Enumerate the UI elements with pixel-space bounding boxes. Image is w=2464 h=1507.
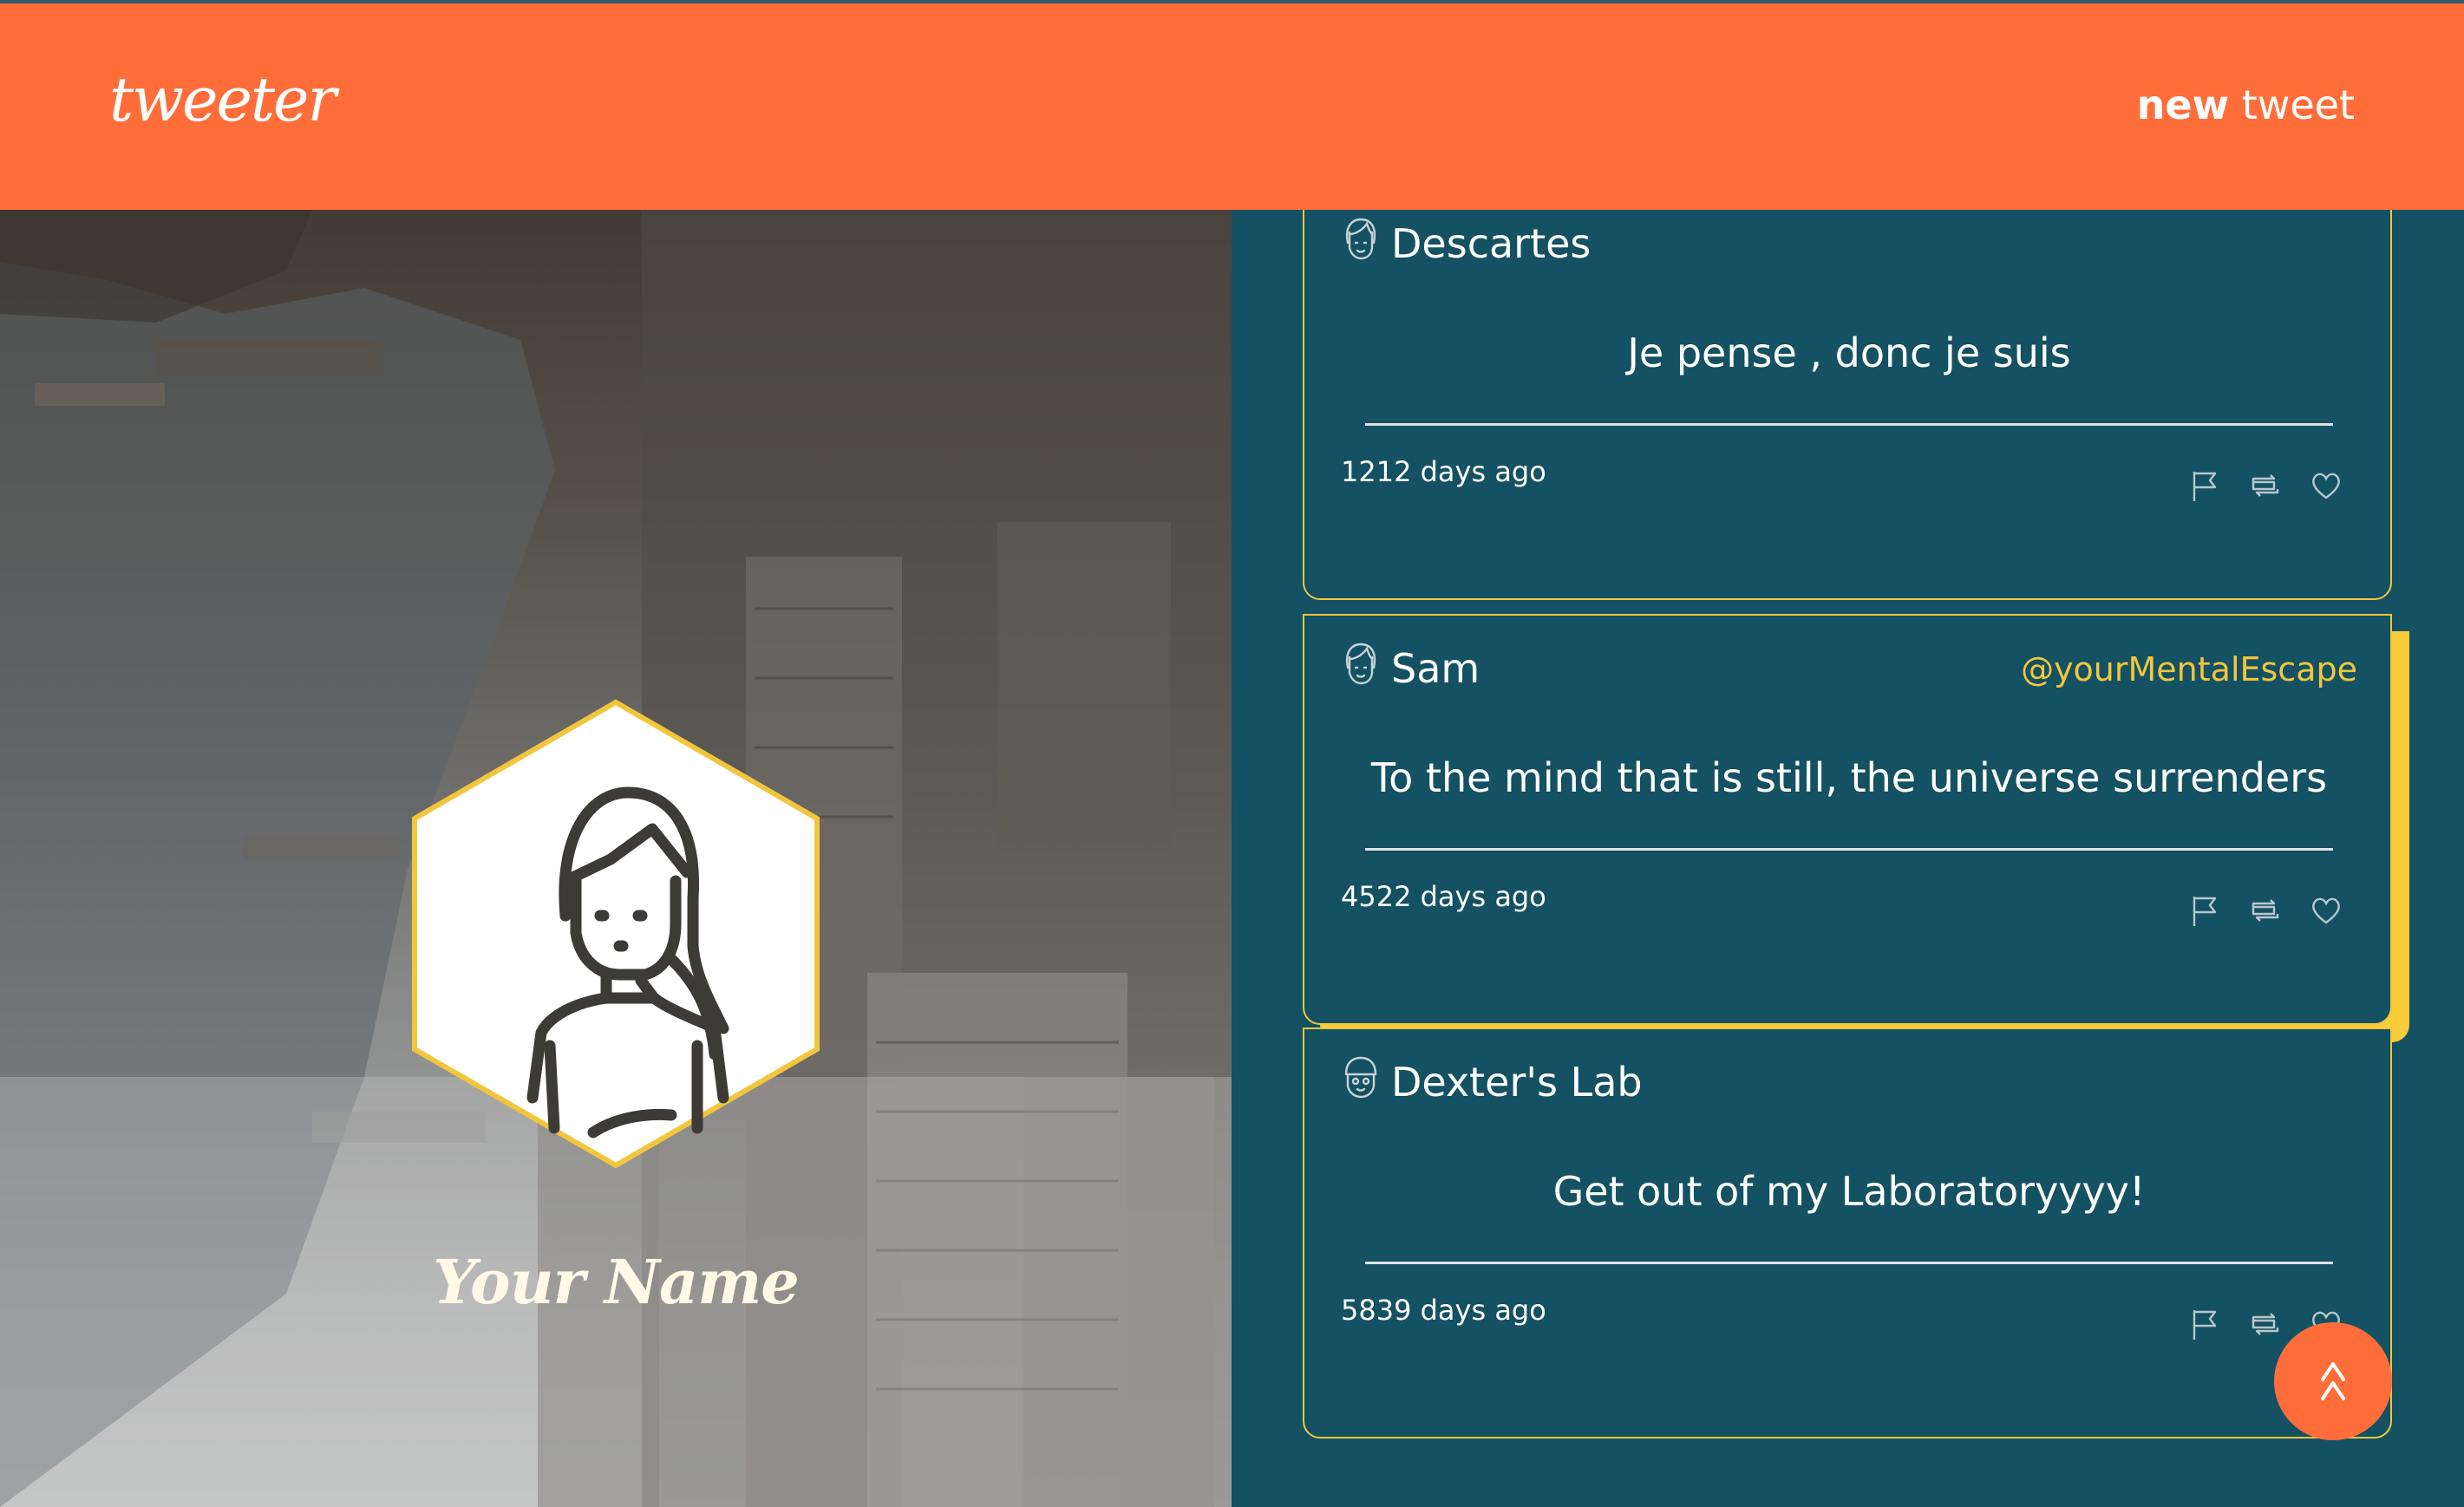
tweet-actions <box>2187 893 2343 928</box>
tweet-timestamp: 1212 days ago <box>1341 455 1546 488</box>
tweet-author[interactable]: Descartes <box>1391 220 1591 267</box>
tweet-card[interactable]: Descartes Je pense , donc je suis 1212 d… <box>1303 189 2392 600</box>
face-outline-icon <box>1345 643 1376 685</box>
tweet-author[interactable]: Sam <box>1391 645 1480 692</box>
tweet-author[interactable]: Dexter's Lab <box>1391 1059 1643 1106</box>
tweet-card[interactable]: Dexter's Lab Get out of my Laboratoryyyy… <box>1303 1028 2392 1438</box>
retweet-icon[interactable] <box>2248 1307 2283 1341</box>
double-chevron-up-icon <box>2321 1362 2345 1400</box>
heart-icon[interactable] <box>2309 893 2343 928</box>
tweet-text: Je pense , donc je suis <box>1627 329 2071 376</box>
tweet-handle[interactable]: @yourMentalEscape <box>2021 650 2357 688</box>
new-tweet-button[interactable]: new tweet <box>2137 82 2355 128</box>
tweet-divider <box>1365 423 2333 426</box>
top-navigation-bar: tweeter new tweet <box>0 0 2464 210</box>
scroll-to-top-button[interactable] <box>2274 1322 2392 1440</box>
face-outline-icon <box>1344 1056 1377 1099</box>
face-outline-icon <box>1345 218 1376 260</box>
tweet-actions <box>2187 468 2343 503</box>
app-logo[interactable]: tweeter <box>109 64 337 135</box>
retweet-icon[interactable] <box>2248 468 2283 503</box>
tweet-card[interactable]: Sam @yourMentalEscape To the mind that i… <box>1303 614 2392 1025</box>
heart-icon[interactable] <box>2309 468 2343 503</box>
tweet-divider <box>1365 1262 2333 1264</box>
new-tweet-label-bold: new <box>2136 82 2230 128</box>
tweet-text: Get out of my Laboratoryyyy! <box>1552 1168 2146 1215</box>
retweet-icon[interactable] <box>2248 893 2283 928</box>
flag-icon[interactable] <box>2187 1307 2222 1341</box>
new-tweet-label-rest: tweet <box>2229 82 2355 128</box>
tweet-timestamp: 4522 days ago <box>1341 880 1546 913</box>
flag-icon[interactable] <box>2187 468 2222 503</box>
profile-panel: Your Name <box>0 210 1232 1507</box>
profile-name: Your Name <box>433 1246 800 1318</box>
tweet-feed: Descartes Je pense , donc je suis 1212 d… <box>1232 189 2464 1507</box>
tweet-divider <box>1365 848 2333 851</box>
tweet-text: To the mind that is still, the universe … <box>1370 754 2328 801</box>
profile-avatar[interactable] <box>411 699 820 1169</box>
flag-icon[interactable] <box>2187 893 2222 928</box>
tweet-timestamp: 5839 days ago <box>1341 1294 1546 1327</box>
